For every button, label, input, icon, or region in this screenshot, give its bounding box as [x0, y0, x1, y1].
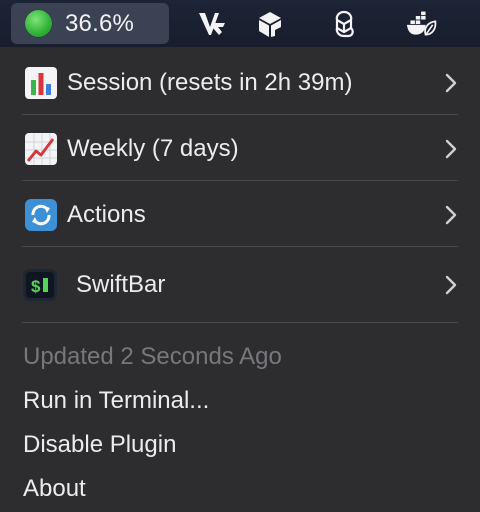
updated-timestamp: Updated 2 Seconds Ago [23, 343, 282, 370]
cube-app-icon[interactable] [254, 9, 286, 39]
menu-bar: 36.6% [0, 0, 480, 47]
about-item[interactable]: About [23, 475, 86, 503]
menu-item-label: Session (resets in 2h 39m) [67, 69, 353, 96]
menu-item-label: Actions [67, 201, 146, 228]
vuejs-style-logo-icon[interactable] [196, 9, 228, 39]
chevron-right-icon [444, 139, 458, 159]
disable-plugin-item[interactable]: Disable Plugin [23, 431, 176, 459]
run-in-terminal-item[interactable]: Run in Terminal... [23, 387, 209, 415]
chart-increasing-icon [24, 132, 58, 166]
menu-item-swiftbar[interactable]: $ SwiftBar [0, 257, 480, 313]
refresh-arrows-icon [24, 198, 58, 232]
openai-logo-icon[interactable] [328, 9, 360, 39]
menu-separator [22, 114, 458, 115]
docker-leaf-icon[interactable] [406, 9, 438, 39]
menu-item-weekly[interactable]: Weekly (7 days) [0, 121, 480, 177]
menu-item-label: Weekly (7 days) [67, 135, 239, 162]
menu-item-label: SwiftBar [76, 271, 166, 298]
chevron-right-icon [444, 73, 458, 93]
menu-separator [22, 322, 458, 323]
chevron-right-icon [444, 275, 458, 295]
usage-status-item[interactable]: 36.6% [11, 3, 169, 44]
plugin-dropdown-menu: Session (resets in 2h 39m) Weekly (7 day… [0, 47, 480, 512]
menu-item-actions[interactable]: Actions [0, 187, 480, 243]
bar-chart-icon [24, 66, 58, 100]
menu-separator [22, 180, 458, 181]
chevron-right-icon [444, 205, 458, 225]
menu-item-session[interactable]: Session (resets in 2h 39m) [0, 55, 480, 111]
svg-text:$: $ [31, 277, 41, 296]
swiftbar-app-icon: $ [22, 267, 58, 303]
usage-percentage: 36.6% [65, 9, 135, 37]
menu-separator [22, 246, 458, 247]
green-circle-icon [25, 10, 52, 37]
